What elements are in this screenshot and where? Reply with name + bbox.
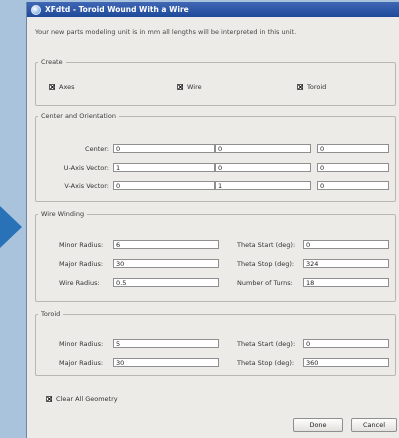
toroid-group-title: Toroid: [41, 310, 61, 318]
wire-winding-group: Wire Winding: [35, 210, 396, 302]
wire-major-radius-input[interactable]: [113, 259, 219, 268]
center-z-input[interactable]: [317, 144, 389, 153]
arrow-decoration: [0, 206, 22, 248]
wire-checkbox[interactable]: [177, 84, 183, 90]
toroid-dialog: XFdtd - Toroid Wound With a Wire Your ne…: [26, 2, 399, 438]
wire-theta-stop-input[interactable]: [303, 259, 389, 268]
number-of-turns-label: Number of Turns:: [237, 279, 293, 287]
wire-theta-stop-label: Theta Stop (deg):: [237, 260, 295, 268]
cancel-button[interactable]: Cancel: [351, 418, 397, 432]
toroid-theta-start-label: Theta Start (deg):: [237, 340, 296, 348]
wire-minor-radius-input[interactable]: [113, 240, 219, 249]
wire-label: Wire: [187, 83, 202, 91]
clear-all-geometry-checkbox[interactable]: [46, 396, 52, 402]
center-orientation-title: Center and Orientation: [41, 112, 116, 120]
done-button[interactable]: Done: [293, 418, 343, 432]
toroid-theta-stop-label: Theta Stop (deg):: [237, 359, 295, 367]
toroid-major-radius-label: Major Radius:: [59, 359, 104, 367]
window-title: XFdtd - Toroid Wound With a Wire: [45, 5, 189, 14]
wire-theta-start-label: Theta Start (deg):: [237, 241, 296, 249]
v-axis-label: V-Axis Vector:: [64, 182, 109, 190]
center-x-input[interactable]: [113, 144, 215, 153]
axes-checkbox[interactable]: [49, 84, 55, 90]
v-axis-z-input[interactable]: [317, 181, 389, 190]
center-label: Center:: [85, 145, 109, 153]
u-axis-x-input[interactable]: [113, 163, 215, 172]
u-axis-z-input[interactable]: [317, 163, 389, 172]
toroid-checkbox[interactable]: [297, 84, 303, 90]
create-group-title: Create: [41, 58, 63, 66]
u-axis-label: U-Axis Vector:: [63, 164, 109, 172]
app-icon: [31, 4, 41, 15]
v-axis-x-input[interactable]: [113, 181, 215, 190]
toroid-minor-radius-input[interactable]: [113, 339, 219, 348]
wire-radius-label: Wire Radius:: [59, 279, 100, 287]
number-of-turns-input[interactable]: [303, 278, 389, 287]
title-bar[interactable]: XFdtd - Toroid Wound With a Wire: [27, 2, 399, 17]
clear-all-geometry-label: Clear All Geometry: [56, 395, 118, 403]
u-axis-y-input[interactable]: [215, 163, 311, 172]
wire-theta-start-input[interactable]: [303, 240, 389, 249]
toroid-label: Toroid: [307, 83, 327, 91]
center-y-input[interactable]: [215, 144, 311, 153]
toroid-theta-start-input[interactable]: [303, 339, 389, 348]
axes-label: Axes: [59, 83, 75, 91]
wire-radius-input[interactable]: [113, 278, 219, 287]
toroid-theta-stop-input[interactable]: [303, 358, 389, 367]
toroid-major-radius-input[interactable]: [113, 358, 219, 367]
wire-minor-radius-label: Minor Radius:: [59, 241, 104, 249]
v-axis-y-input[interactable]: [215, 181, 311, 190]
wire-major-radius-label: Major Radius:: [59, 260, 104, 268]
wire-winding-title: Wire Winding: [41, 210, 85, 218]
toroid-minor-radius-label: Minor Radius:: [59, 340, 104, 348]
units-info-text: Your new parts modeling unit is in mm al…: [35, 28, 297, 36]
create-group: Create: [35, 58, 396, 106]
